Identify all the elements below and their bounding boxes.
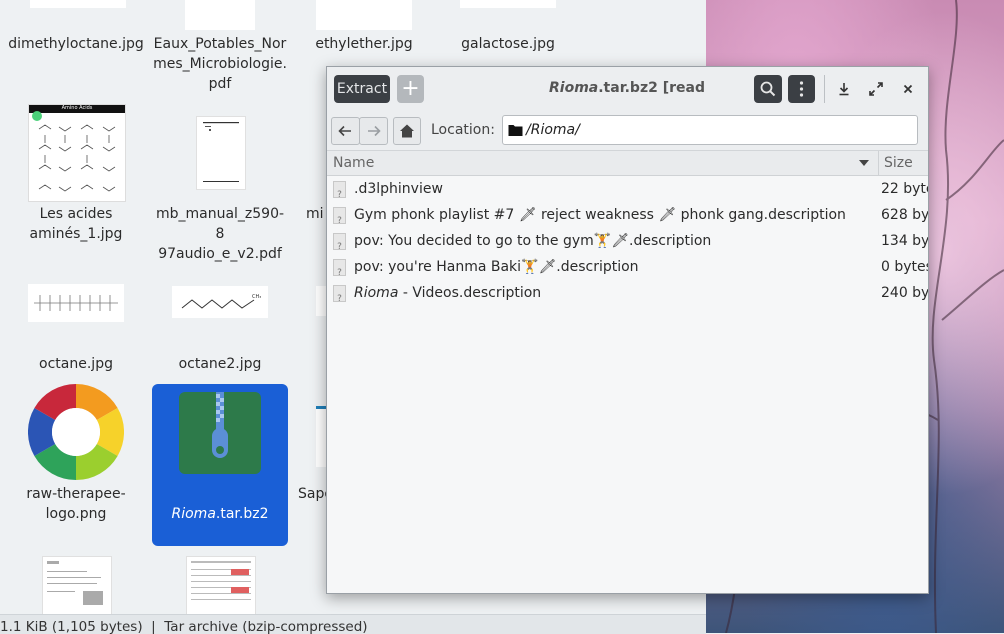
window-title: Rioma.tar.bz2 [read only] [527, 67, 727, 139]
file-row[interactable]: ? Gym phonk playlist #7 🗡 reject weaknes… [327, 202, 928, 228]
file-size: 22 bytes [881, 181, 928, 197]
file-name-italic: Rioma [354, 285, 399, 301]
maximize-button[interactable] [862, 75, 890, 103]
unknown-file-icon: ? [333, 285, 346, 304]
status-text: 1.1 KiB (1,105 bytes) | Tar archive (bzi… [0, 619, 368, 634]
close-icon [903, 84, 913, 94]
file-octane2[interactable]: CH₃ octane2.jpg [152, 282, 288, 378]
archive-zip-icon [179, 392, 261, 474]
ch3-label: CH₃ [252, 294, 262, 300]
thumbnail [316, 0, 412, 30]
unknown-file-icon: ? [333, 181, 346, 200]
arrow-right-icon [368, 125, 381, 137]
file-raw-therapee-logo[interactable]: raw-therapee- logo.png [8, 384, 144, 534]
unknown-file-icon: ? [333, 233, 346, 252]
file-ethylether[interactable]: ethylether.jpg [296, 0, 432, 60]
thumbnail [196, 116, 246, 190]
column-size-header[interactable]: Size [884, 151, 913, 175]
file-les-acides[interactable]: Amino Acids Les acides aminés_1.jpg [8, 104, 144, 244]
thumbnail: CH₃ [172, 286, 268, 318]
title-bar-separator [824, 75, 825, 103]
file-size: 240 bytes [881, 285, 929, 301]
window-title-italic: Rioma [549, 80, 599, 96]
file-list-header: Name Size [327, 151, 928, 176]
file-label: Eaux_Potables_Nor mes_Microbiologie. pdf [153, 36, 287, 92]
location-label: Location: [431, 122, 495, 138]
file-size: 628 bytes [881, 207, 929, 223]
file-name: pov: you're Hanma Baki🏋🗡.description [354, 259, 639, 275]
table-lines [191, 561, 251, 600]
file-mb-manual[interactable]: mb_manual_z590-8 97audio_e_v2.pdf [152, 104, 288, 262]
menu-button[interactable] [788, 75, 815, 103]
thumbnail [185, 0, 255, 30]
file-row[interactable]: ? pov: You decided to go to the gym🏋🗡.de… [327, 228, 928, 254]
status-bar: 1.1 KiB (1,105 bytes) | Tar archive (bzi… [0, 614, 706, 634]
sort-descending-icon [859, 160, 869, 166]
thumbnail: Amino Acids [28, 104, 126, 202]
close-button[interactable] [894, 75, 922, 103]
file-label-italic: Rioma [171, 506, 216, 522]
location-bar: Location: /Rioma/ [327, 110, 928, 151]
home-button[interactable] [393, 117, 421, 145]
document-lines [47, 561, 103, 605]
file-octane[interactable]: octane.jpg [8, 282, 144, 378]
file-name: pov: You decided to go to the gym🏋🗡.desc… [354, 233, 712, 249]
kebab-menu-icon [799, 81, 804, 97]
file-galactose[interactable]: galactose.jpg [440, 0, 576, 60]
add-files-button[interactable]: + [397, 75, 424, 103]
file-dimethyloctane[interactable]: dimethyloctane.jpg [8, 0, 144, 60]
amino-acids-title: Amino Acids [61, 105, 93, 111]
document-thumbnail [42, 556, 112, 616]
file-row[interactable]: ? pov: you're Hanma Baki🏋🗡.description 0… [327, 254, 928, 280]
file-rioma-tar-bz2-selected[interactable]: Rioma.tar.bz2 [152, 384, 288, 546]
table-document-thumbnail [186, 556, 256, 616]
amino-acids-thumbnail [29, 105, 125, 192]
file-row[interactable]: ? Rioma - Videos.description 240 bytes [327, 280, 928, 306]
file-label: dimethyloctane.jpg [8, 36, 144, 52]
thumbnail [30, 0, 126, 8]
file-name-rest: - Videos.description [398, 285, 542, 301]
file-row[interactable]: ? .d3lphinview 22 bytes [327, 176, 928, 202]
arrow-left-icon [338, 125, 351, 137]
file-eaux-potables[interactable]: Eaux_Potables_Nor mes_Microbiologie. pdf [152, 0, 288, 98]
location-field[interactable]: /Rioma/ [502, 115, 918, 145]
file-name: Rioma - Videos.description [354, 280, 541, 306]
file-label: galactose.jpg [461, 36, 555, 52]
forward-button[interactable] [359, 117, 388, 145]
file-label-selected: Rioma.tar.bz2 [152, 484, 288, 524]
file-label: ethylether.jpg [315, 36, 413, 52]
file-label: octane.jpg [39, 356, 113, 372]
octane-structure-thumbnail [34, 295, 118, 311]
column-name-header[interactable]: Name [333, 151, 374, 175]
file-name: Gym phonk playlist #7 🗡 reject weakness … [354, 207, 846, 223]
back-button[interactable] [331, 117, 360, 145]
file-name: .d3lphinview [354, 181, 443, 197]
file-label: raw-therapee- logo.png [26, 486, 126, 522]
color-wheel-icon [28, 384, 124, 480]
file-label: mb_manual_z590-8 97audio_e_v2.pdf [155, 206, 285, 262]
folder-icon [508, 125, 523, 136]
thumbnail [28, 284, 124, 322]
search-icon [760, 81, 776, 97]
unknown-file-icon: ? [333, 259, 346, 278]
maximize-icon [869, 82, 883, 96]
octane2-structure-thumbnail [181, 299, 255, 309]
search-button[interactable] [754, 75, 782, 103]
file-label-rest: .tar.bz2 [215, 506, 269, 522]
pdf-page-thumbnail [203, 122, 239, 182]
minimize-icon [839, 83, 849, 96]
thumbnail [460, 0, 556, 8]
archive-manager-window: Extract + Rioma.tar.bz2 [read only] [326, 66, 929, 594]
title-bar[interactable]: Extract + Rioma.tar.bz2 [read only] [327, 67, 928, 139]
unknown-file-icon: ? [333, 207, 346, 226]
home-icon [400, 124, 414, 138]
location-value: /Rioma/ [526, 122, 580, 138]
file-size: 0 bytes [881, 259, 929, 275]
minimize-button[interactable] [830, 75, 858, 103]
column-separator[interactable] [878, 151, 879, 175]
file-label: Les acides aminés_1.jpg [29, 206, 123, 242]
file-size: 134 bytes [881, 233, 929, 249]
file-label: octane2.jpg [178, 356, 262, 372]
extract-button[interactable]: Extract [334, 75, 390, 103]
